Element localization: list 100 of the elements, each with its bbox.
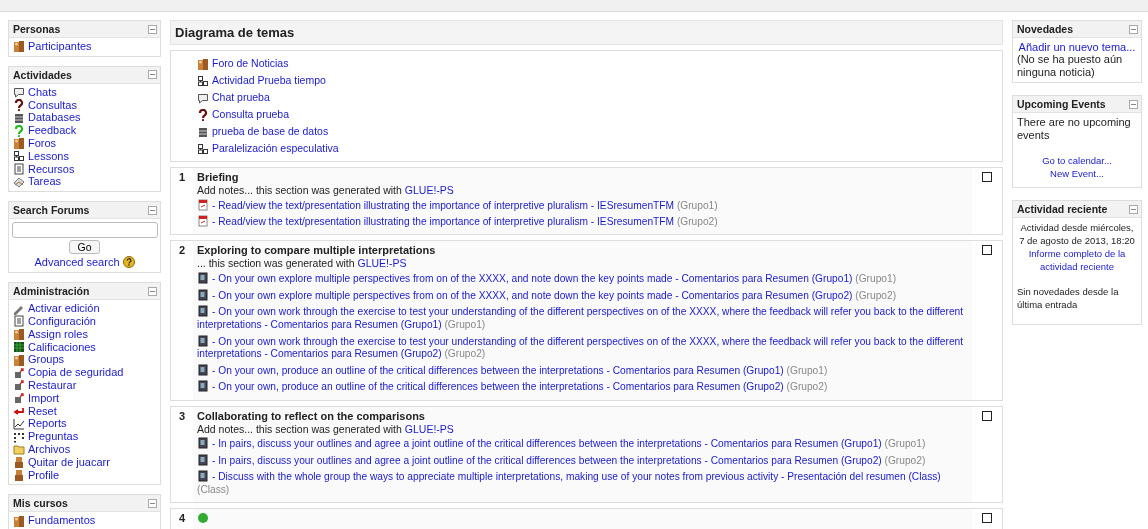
sidebar-link[interactable]: Participantes [13, 40, 156, 53]
folder-icon [13, 443, 25, 456]
glue-link[interactable]: GLUE!-PS [357, 257, 407, 270]
activity-link[interactable]: - Read/view the text/presentation illustrating the importance of interpretive pluralism - IESresumenTFM (Grupo1) [197, 197, 966, 214]
search-field[interactable] [11, 222, 158, 239]
collapse-button[interactable] [1129, 204, 1138, 214]
activity-link[interactable]: - On your own work through the exercise to test your understanding of the different perspectives on of the XXXX, where the feedback will refer you back to the different interpretations - Comentarios para Resumen (Grupo1) (Grupo1) [197, 303, 966, 333]
activity-link[interactable]: Foro de Noticias [197, 55, 978, 72]
document-icon [13, 315, 25, 328]
block-title: Upcoming Events [1017, 98, 1106, 110]
activity-link[interactable]: prueba de base de datos [197, 123, 978, 140]
activity-link[interactable]: - On your own explore multiple perspectives from on of the XXXX, and note down the key points made - Comentarios para Resumen (Grupo1) (Grupo1) [197, 270, 966, 288]
page-title: Diagrama de temas [175, 25, 295, 40]
block-title: Personas [13, 23, 61, 35]
activity-link[interactable]: - On your own, produce an outline of the critical differences between the interpretations - Comentarios para Resumen (Grupo2) (Grupo2) [197, 378, 966, 396]
activity-link[interactable]: - On your own work through the exercise to test your understanding of the different perspectives on of the XXXX, where the feedback will refer you back to the different interpretations - Comentarios para Resumen (Grupo2) (Grupo2) [197, 332, 966, 363]
sidebar-link[interactable]: Groups [13, 353, 156, 367]
highlight-toggle[interactable] [982, 172, 992, 182]
block-text: There are no upcoming events [1017, 116, 1132, 142]
go-button[interactable]: Go [69, 240, 100, 255]
page-icon [197, 380, 209, 393]
pdf-icon [197, 215, 209, 228]
sidebar-link[interactable]: Archivos [13, 442, 156, 456]
database-icon [197, 125, 209, 138]
help-icon[interactable] [122, 256, 135, 269]
section-number: 1 [177, 170, 187, 185]
activity-link[interactable]: - In pairs, discuss your outlines and agree a joint outline of the critical differences between the interpretations - Comentarios para Resumen (Grupo1) (Grupo1) [197, 435, 966, 453]
document-icon [13, 162, 25, 175]
cube-icon [13, 379, 25, 392]
highlight-toggle[interactable] [982, 410, 992, 421]
block-link[interactable]: Go to calendar... [1042, 154, 1112, 167]
page-icon [197, 288, 209, 301]
sidebar-link[interactable]: Assign roles [13, 327, 156, 341]
page-icon [197, 271, 209, 284]
page-icon [197, 334, 209, 347]
page-icon [197, 437, 209, 450]
speech-bubble-icon [197, 91, 209, 104]
person-icon [13, 468, 25, 481]
activity-link[interactable]: - On your own, produce an outline of the critical differences between the interpretations - Comentarios para Resumen (Grupo1) (Grupo1) [197, 362, 966, 379]
block-title: Search Forums [13, 204, 90, 217]
sidebar-link[interactable]: Configuración [13, 314, 156, 328]
block-link[interactable]: Añadir un nuevo tema... [1017, 41, 1137, 53]
sidebar-link[interactable]: Chats [13, 85, 156, 99]
section-number: 4 [177, 511, 187, 527]
activity-link[interactable]: Actividad Prueba tiempo [197, 72, 978, 89]
activity-link[interactable]: Chat prueba [197, 89, 978, 106]
section-title: Exploring to compare multiple interpretations [197, 244, 437, 258]
block-link[interactable]: Informe completo de la actividad reciente [1017, 247, 1137, 273]
collapse-button[interactable] [148, 205, 157, 215]
sidebar-link[interactable]: Feedback [13, 124, 156, 137]
question-mark-icon [13, 99, 25, 111]
sidebar-link[interactable]: Quitar de juacarr [13, 455, 156, 469]
advanced-search-link[interactable]: Advanced search [34, 256, 120, 269]
block-title: Administración [13, 285, 90, 298]
sidebar-link[interactable]: Fundamentos [13, 514, 156, 528]
sidebar-link[interactable]: Calificaciones [13, 340, 156, 354]
chart-icon [13, 417, 25, 430]
activity-link[interactable]: - Discuss with the whole group the ways to appreciate multiple interpretations, making use of your notes from previous activity - Presentación del resumen (Class) (Class) [197, 468, 966, 499]
activity-link[interactable]: - On your own explore multiple perspectives from on of the XXXX, and note down the key points made - Comentarios para Resumen (Grupo2) (Grupo2) [197, 287, 966, 304]
section-summary: Add notes... this section was generated with GLUE!-PS [197, 422, 455, 436]
sidebar-link[interactable]: Profile [13, 468, 156, 482]
question-mark-icon [13, 124, 25, 137]
people-icon [13, 328, 25, 341]
sidebar-link[interactable]: Foros [13, 137, 156, 150]
sidebar-link[interactable]: Lessons [13, 149, 156, 163]
sidebar-link[interactable]: Recursos [13, 162, 156, 176]
block-link[interactable]: New Event... [1050, 167, 1104, 180]
activity-link[interactable]: - In pairs, discuss your outlines and agree a joint outline of the critical differences between the interpretations - Comentarios para Resumen (Grupo2) (Grupo2) [197, 452, 966, 469]
sidebar-link[interactable]: Activar edición [13, 302, 156, 315]
collapse-button[interactable] [148, 24, 157, 34]
sidebar-link[interactable]: Reports [13, 417, 156, 431]
people-icon [13, 40, 25, 53]
sidebar-link[interactable]: Consultas [13, 98, 156, 112]
glue-link[interactable]: GLUE!-PS [404, 184, 454, 196]
collapse-button[interactable] [1129, 99, 1138, 109]
glue-link[interactable]: GLUE!-PS [404, 422, 454, 435]
sidebar-link[interactable]: Tareas [13, 175, 156, 189]
sidebar-link[interactable]: Import [13, 391, 156, 405]
collapse-button[interactable] [148, 498, 157, 508]
block-text: (No se ha puesto aún ninguna noticia) [1017, 53, 1124, 79]
activity-link[interactable]: Consulta prueba [197, 106, 978, 123]
page-icon [197, 470, 209, 483]
section-number: 3 [177, 408, 187, 424]
activity-link[interactable]: - Read/view the text/presentation illustrating the importance of interpretive pluralism - IESresumenTFM (Grupo2) [197, 213, 966, 231]
highlight-toggle[interactable] [982, 513, 992, 524]
sidebar-link[interactable]: Preguntas [13, 430, 156, 443]
collapse-button[interactable] [1129, 24, 1138, 34]
collapse-button[interactable] [148, 70, 157, 80]
people-icon [13, 137, 25, 150]
collapse-button[interactable] [148, 286, 157, 296]
sidebar-link[interactable]: Reset [13, 404, 156, 418]
sidebar-link[interactable]: Copia de seguridad [13, 366, 156, 379]
block-title: Actividades [13, 68, 72, 81]
sidebar-link[interactable]: Restaurar [13, 378, 156, 392]
block-title: Actividad reciente [1017, 203, 1108, 215]
block-text: Sin novedades desde la última entrada [1017, 285, 1120, 311]
sidebar-link[interactable]: Databases [13, 111, 156, 125]
grid-icon [13, 340, 25, 353]
activity-link[interactable]: Paralelización especulativa [197, 140, 978, 157]
highlight-toggle[interactable] [982, 245, 992, 256]
